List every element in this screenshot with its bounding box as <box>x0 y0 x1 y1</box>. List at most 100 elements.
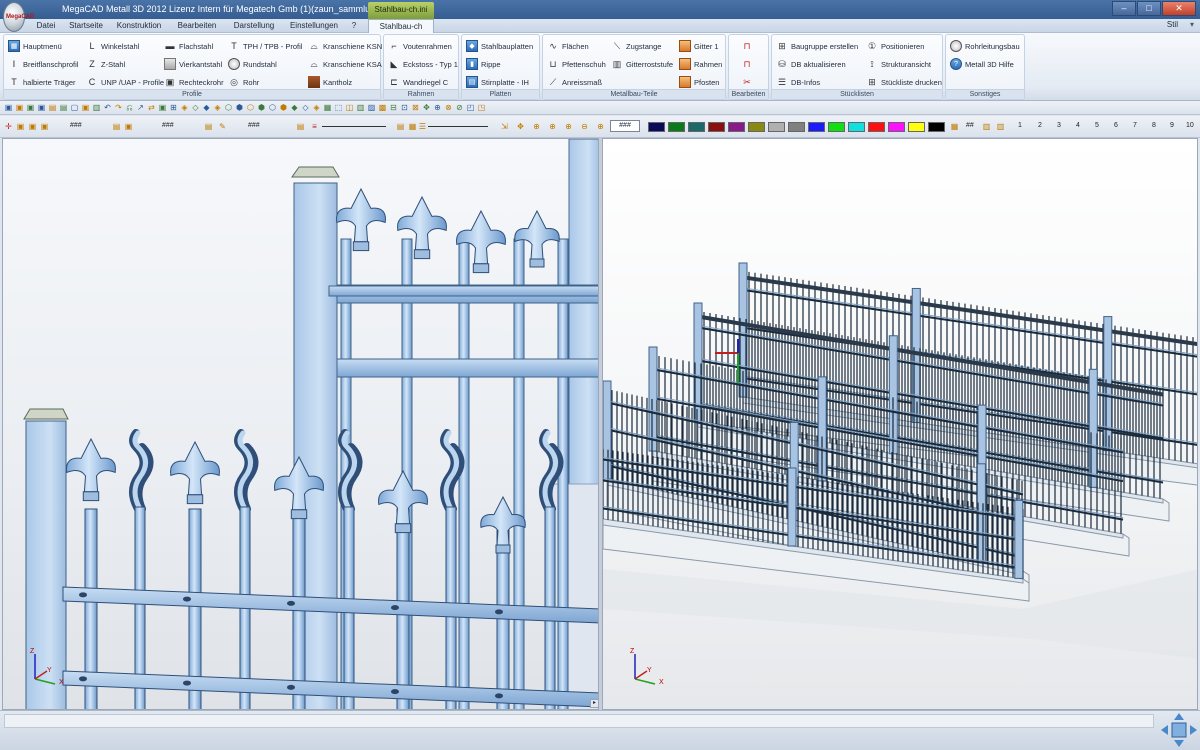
navigation-cube-icon[interactable] <box>1160 712 1198 748</box>
kantholz-button[interactable]: Kantholz <box>308 74 352 90</box>
unp-button[interactable]: C UNP /UAP - Profile <box>86 74 164 90</box>
zoom-out-icon[interactable]: ⊖ <box>580 122 589 131</box>
quick-tool-10-icon[interactable]: ↶ <box>103 103 112 112</box>
group-icon[interactable]: ▣ <box>40 122 49 131</box>
layer-number-3[interactable]: 3 <box>1057 122 1061 129</box>
maximize-button[interactable]: □ <box>1137 1 1161 16</box>
rohrleitungsbau-button[interactable]: Rohrleitungsbau <box>950 38 1020 54</box>
ksa-button[interactable]: ⌓ Kranschiene KSA <box>308 56 381 72</box>
quick-tool-38-icon[interactable]: ⊠ <box>411 103 420 112</box>
grid-toggle-icon[interactable]: ▦ <box>408 122 417 131</box>
pfosten-button[interactable]: Pfosten <box>679 74 719 90</box>
quick-tool-21-icon[interactable]: ⬡ <box>224 103 233 112</box>
quick-tool-1-icon[interactable]: ▣ <box>4 103 13 112</box>
quick-tool-4-icon[interactable]: ▣ <box>37 103 46 112</box>
move-icon[interactable]: ✥ <box>516 122 525 131</box>
tab-darstellung[interactable]: Darstellung <box>228 19 280 33</box>
layer-number-1[interactable]: 1 <box>1018 122 1022 129</box>
quick-tool-13-icon[interactable]: ↗ <box>136 103 145 112</box>
quick-tool-36-icon[interactable]: ⊟ <box>389 103 398 112</box>
lock4-icon[interactable]: ▤ <box>396 122 405 131</box>
flachstahl-button[interactable]: ▬ Flachstahl <box>164 38 214 54</box>
quick-tool-29-icon[interactable]: ◈ <box>312 103 321 112</box>
quick-tool-26-icon[interactable]: ⬢ <box>279 103 288 112</box>
close-button[interactable]: ✕ <box>1162 1 1196 16</box>
viewport-corner-button[interactable]: ▸ <box>590 699 599 708</box>
quick-tool-32-icon[interactable]: ◫ <box>345 103 354 112</box>
layer-number-5[interactable]: 5 <box>1095 122 1099 129</box>
quick-tool-44-icon[interactable]: ◳ <box>477 103 486 112</box>
tph-button[interactable]: T TPH / TPB - Profil <box>228 38 302 54</box>
tab-stahlbau[interactable]: Stahlbau-ch <box>368 19 434 33</box>
quick-tool-15-icon[interactable]: ▣ <box>158 103 167 112</box>
color-swatch-10[interactable] <box>828 122 845 132</box>
quick-tool-8-icon[interactable]: ▣ <box>81 103 90 112</box>
stueckliste-drucken-button[interactable]: ⊞ Stückliste drucken <box>866 74 942 90</box>
pfettenschuh-button[interactable]: ⊔ Pfettenschuh <box>547 56 605 72</box>
quick-tool-39-icon[interactable]: ✥ <box>422 103 431 112</box>
quick-tool-2-icon[interactable]: ▣ <box>15 103 24 112</box>
tab-bearbeiten[interactable]: Bearbeiten <box>172 19 222 33</box>
edit-part-button[interactable]: ⊓ <box>741 56 756 72</box>
winkelstahl-button[interactable]: L Winkelstahl <box>86 38 139 54</box>
tab-startseite[interactable]: Startseite <box>64 19 108 33</box>
quick-tool-5-icon[interactable]: ▤ <box>48 103 57 112</box>
viewport-left[interactable]: Z Y X <box>2 138 599 710</box>
pointer-icon[interactable]: ✛ <box>4 122 13 131</box>
pen-icon[interactable]: ✎ <box>218 122 227 131</box>
zoom-in-icon[interactable]: ⊕ <box>564 122 573 131</box>
flaechen-button[interactable]: ∿ Flächen <box>547 38 588 54</box>
lock-icon[interactable]: ▤ <box>112 122 121 131</box>
arrow-icon[interactable]: ⇲ <box>500 122 509 131</box>
gitter1-button[interactable]: Gitter 1 <box>679 38 719 54</box>
layer-icon[interactable]: ▣ <box>16 122 25 131</box>
quick-tool-35-icon[interactable]: ▩ <box>378 103 387 112</box>
style-menu[interactable]: Stil <box>1167 20 1178 29</box>
minimize-button[interactable]: – <box>1112 1 1136 16</box>
quick-tool-24-icon[interactable]: ⬢ <box>257 103 266 112</box>
rundstahl-button[interactable]: Rundstahl <box>228 56 277 72</box>
color-swatch-14[interactable] <box>908 122 925 132</box>
app-menu-button[interactable]: MegaCAD <box>3 2 34 32</box>
tab-datei[interactable]: Datei <box>30 19 62 33</box>
edit-joint-button[interactable]: ✂ <box>741 74 756 90</box>
field-2[interactable]: ### <box>162 122 174 129</box>
folder-icon[interactable]: ▣ <box>124 122 133 131</box>
zugstange-button[interactable]: ⟍ Zugstange <box>611 38 662 54</box>
z-stahl-button[interactable]: Z Z-Stahl <box>86 56 125 72</box>
hauptmenue-button[interactable]: ▦ Hauptmenü <box>8 38 62 54</box>
quick-tool-14-icon[interactable]: ⇄ <box>147 103 156 112</box>
quick-tool-6-icon[interactable]: ▤ <box>59 103 68 112</box>
command-line[interactable] <box>4 714 1154 728</box>
breitflansch-button[interactable]: Ⅰ Breitflanschprofil <box>8 56 79 72</box>
color-swatch-15[interactable] <box>928 122 945 132</box>
hash-label[interactable]: ## <box>966 122 974 129</box>
zoom-window-icon[interactable]: ⊕ <box>548 122 557 131</box>
linetype-icon[interactable]: ≡ <box>310 122 319 131</box>
anreissmass-button[interactable]: ⟋ Anreissmaß <box>547 74 602 90</box>
eckstoss-button[interactable]: ◣ Eckstoss - Typ 1 <box>388 56 458 72</box>
color-swatch-8[interactable] <box>788 122 805 132</box>
quick-tool-30-icon[interactable]: ▦ <box>323 103 332 112</box>
color-swatch-5[interactable] <box>728 122 745 132</box>
quick-tool-18-icon[interactable]: ◇ <box>191 103 200 112</box>
layers-icon[interactable]: ▥ <box>982 122 991 131</box>
color-swatch-6[interactable] <box>748 122 765 132</box>
rippe-button[interactable]: ▮ Rippe <box>466 56 501 72</box>
color-swatch-11[interactable] <box>848 122 865 132</box>
ksn-button[interactable]: ⌓ Kranschiene KSN <box>308 38 382 54</box>
layer-number-7[interactable]: 7 <box>1133 122 1137 129</box>
db-infos-button[interactable]: ☰ DB-Infos <box>776 74 820 90</box>
strukturansicht-button[interactable]: ⟟ Strukturansicht <box>866 56 931 72</box>
color-swatch-13[interactable] <box>888 122 905 132</box>
quick-tool-42-icon[interactable]: ⊘ <box>455 103 464 112</box>
quick-tool-22-icon[interactable]: ⬢ <box>235 103 244 112</box>
layer-number-4[interactable]: 4 <box>1076 122 1080 129</box>
quick-tool-28-icon[interactable]: ◇ <box>301 103 310 112</box>
wandriegel-button[interactable]: ⊏ Wandriegel C <box>388 74 448 90</box>
rohr-button[interactable]: ◎ Rohr <box>228 74 259 90</box>
quick-tool-25-icon[interactable]: ⬡ <box>268 103 277 112</box>
quick-tool-19-icon[interactable]: ◆ <box>202 103 211 112</box>
viewport-right[interactable]: Z Y X <box>602 138 1198 710</box>
color-swatch-9[interactable] <box>808 122 825 132</box>
